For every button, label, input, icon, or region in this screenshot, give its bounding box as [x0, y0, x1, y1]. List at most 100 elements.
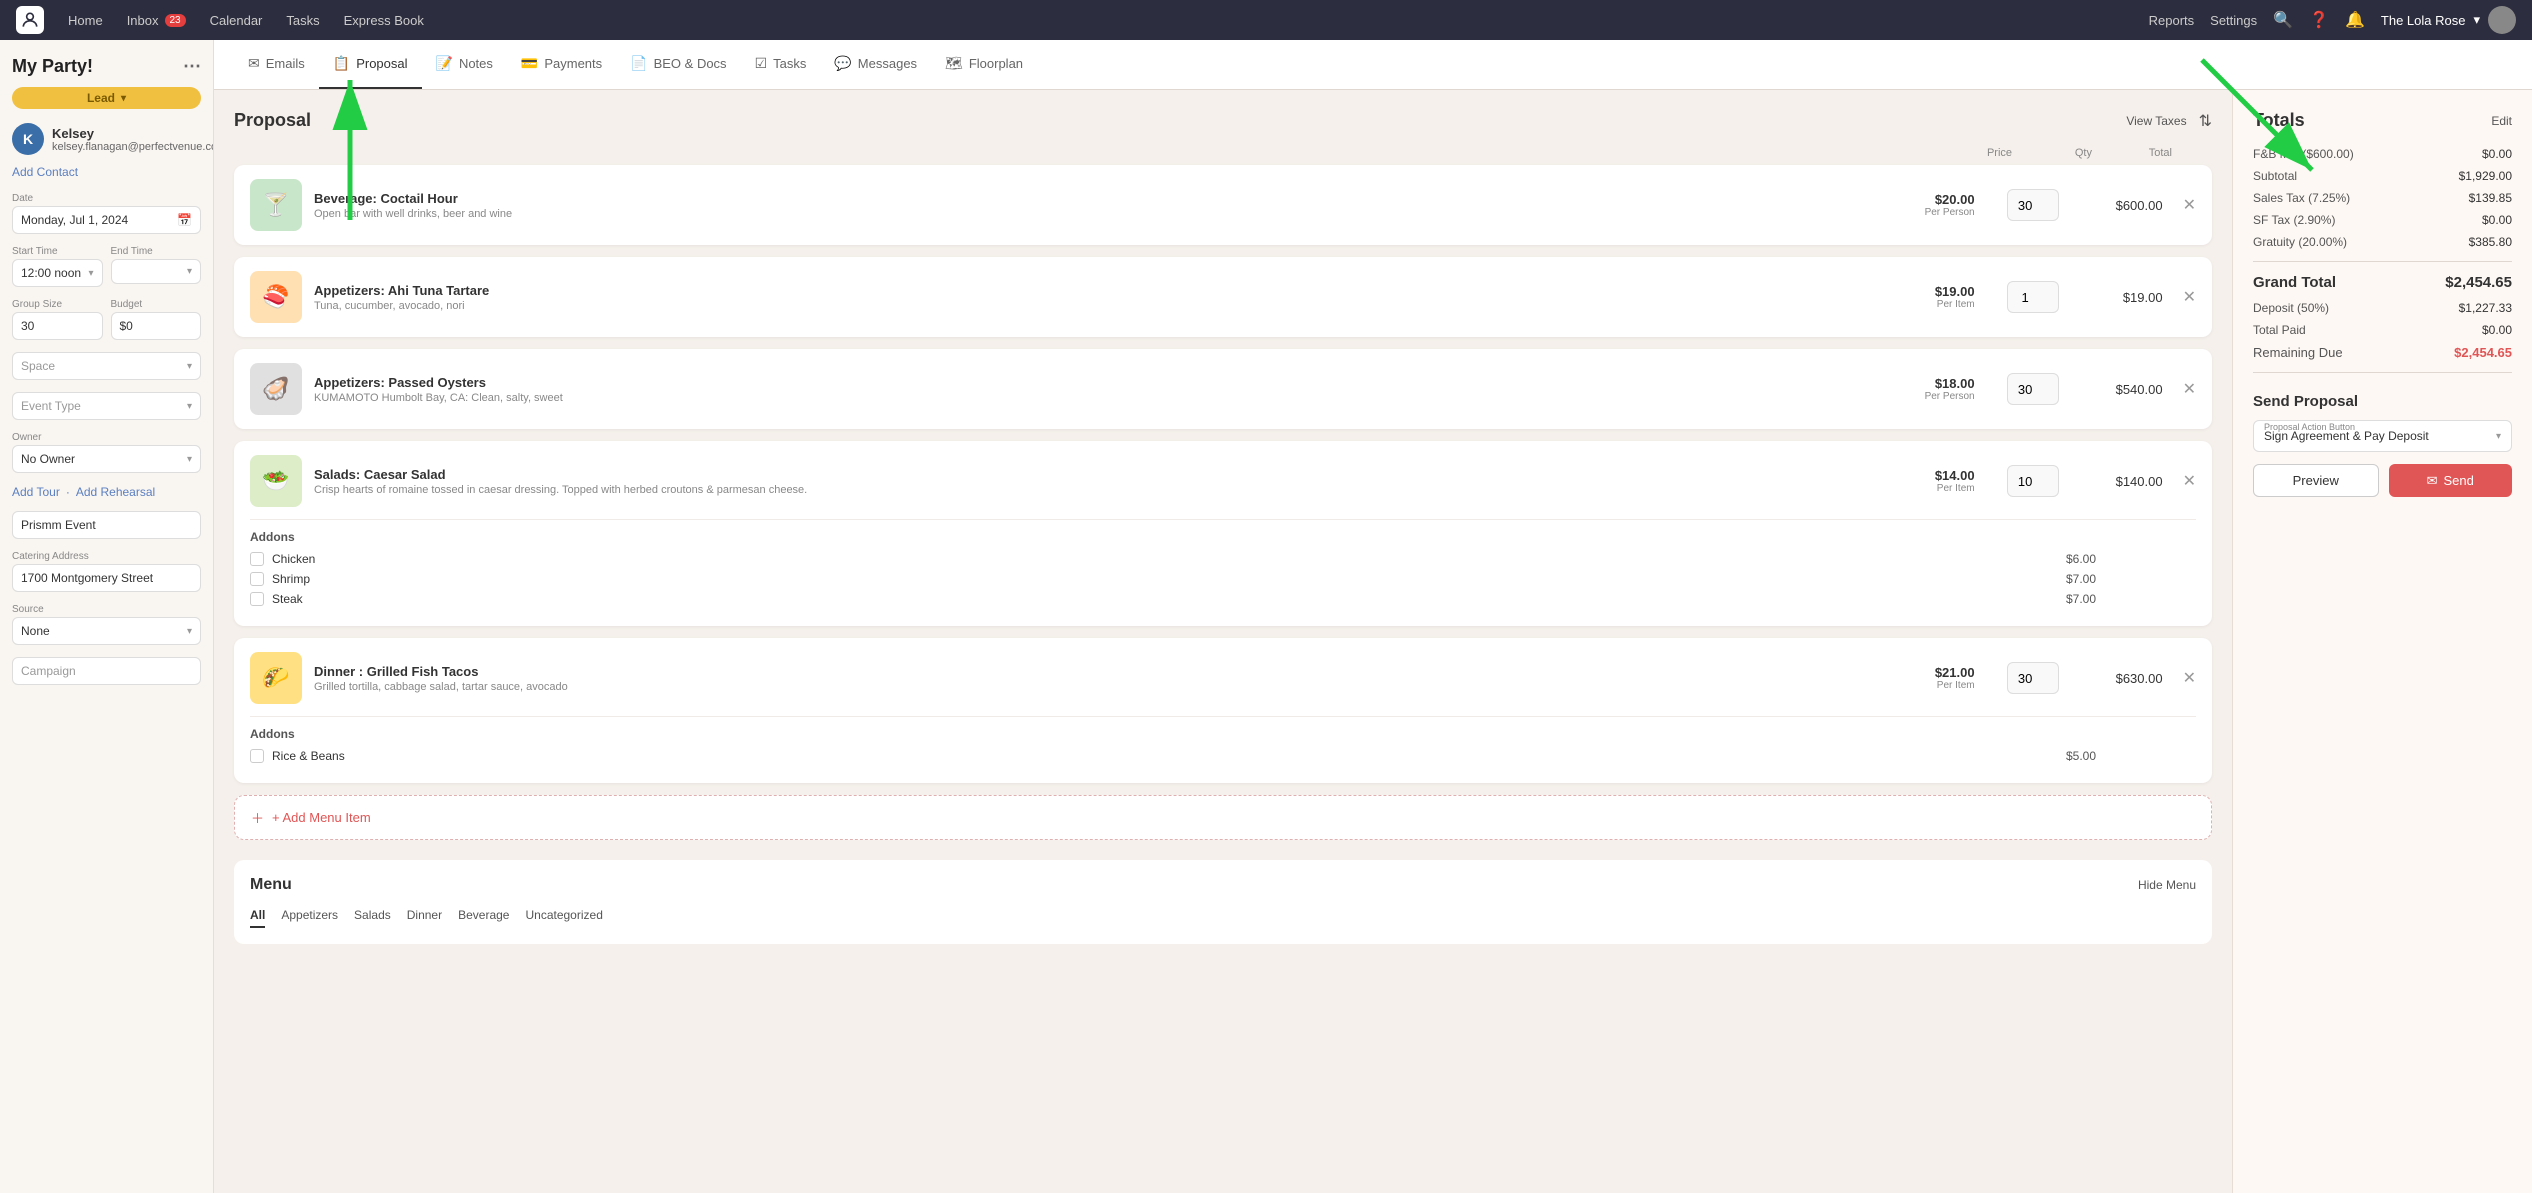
menu-item-desc: KUMAMOTO Humbolt Bay, CA: Clean, salty, … — [314, 392, 1913, 404]
menu-item-name: Appetizers: Ahi Tuna Tartare — [314, 283, 1923, 298]
nav-calendar[interactable]: Calendar — [210, 13, 263, 28]
user-avatar — [2488, 6, 2516, 34]
source-select[interactable]: None ▾ — [12, 617, 201, 645]
preview-button[interactable]: Preview — [2253, 464, 2379, 497]
addon-checkbox[interactable] — [250, 552, 264, 566]
nav-settings[interactable]: Settings — [2210, 13, 2257, 28]
send-buttons: Preview ✉ Send — [2253, 464, 2512, 497]
campaign-input[interactable]: Campaign — [12, 657, 201, 685]
remove-item-button[interactable]: ✕ — [2183, 471, 2196, 491]
lead-badge[interactable]: Lead ▾ — [12, 87, 201, 109]
send-button[interactable]: ✉ Send — [2389, 464, 2513, 497]
sidebar-menu-icon[interactable]: ⋯ — [183, 56, 201, 77]
addon-price: $7.00 — [2066, 592, 2096, 606]
event-type-chevron-icon: ▾ — [187, 401, 192, 412]
tab-beo-docs[interactable]: 📄 BEO & Docs — [616, 40, 740, 89]
app-logo[interactable] — [16, 6, 44, 34]
prismm-input[interactable]: Prismm Event — [12, 511, 201, 539]
addon-row: Shrimp $7.00 — [250, 572, 2196, 586]
search-icon[interactable]: 🔍 — [2273, 10, 2293, 30]
qty-input[interactable] — [2007, 465, 2059, 497]
menu-item-image: 🌮 — [250, 652, 302, 704]
addon-checkbox[interactable] — [250, 592, 264, 606]
nav-inbox[interactable]: Inbox 23 — [127, 13, 186, 28]
budget-field: Budget $0 — [111, 299, 202, 340]
addon-checkbox[interactable] — [250, 572, 264, 586]
bell-icon[interactable]: 🔔 — [2345, 10, 2365, 30]
event-type-select[interactable]: Event Type ▾ — [12, 392, 201, 420]
add-rehearsal-link[interactable]: Add Rehearsal — [76, 485, 155, 499]
edit-button[interactable]: Edit — [2491, 114, 2512, 128]
messages-icon: 💬 — [834, 55, 851, 72]
subtotal-row: Subtotal $1,929.00 — [2253, 169, 2512, 183]
group-size-input[interactable]: 30 — [12, 312, 103, 340]
fb-min-label: F&B Min ($600.00) — [2253, 147, 2354, 161]
remove-item-button[interactable]: ✕ — [2183, 195, 2196, 215]
qty-input[interactable] — [2007, 281, 2059, 313]
qty-input[interactable] — [2007, 662, 2059, 694]
tab-payments[interactable]: 💳 Payments — [507, 40, 616, 89]
sort-icon[interactable]: ⇅ — [2199, 111, 2212, 131]
group-size-field: Group Size 30 — [12, 299, 103, 340]
source-label: Source — [12, 604, 201, 615]
filter-tab-uncategorized[interactable]: Uncategorized — [525, 908, 602, 928]
owner-select[interactable]: No Owner ▾ — [12, 445, 201, 473]
filter-tab-salads[interactable]: Salads — [354, 908, 391, 928]
end-time-label: End Time — [111, 246, 202, 257]
proposal-action-dropdown[interactable]: Proposal Action Button Sign Agreement & … — [2253, 420, 2512, 452]
catering-address-input[interactable]: 1700 Montgomery Street — [12, 564, 201, 592]
date-label: Date — [12, 193, 201, 204]
menu-item-info: Beverage: Coctail Hour Open bar with wel… — [314, 191, 1913, 220]
tab-emails[interactable]: ✉ Emails — [234, 40, 319, 89]
tab-tasks[interactable]: ☑ Tasks — [741, 40, 821, 89]
tab-proposal[interactable]: 📋 Proposal — [319, 40, 422, 89]
remove-item-button[interactable]: ✕ — [2183, 668, 2196, 688]
filter-tab-beverage[interactable]: Beverage — [458, 908, 509, 928]
menu-item-total: $630.00 — [2083, 671, 2163, 686]
budget-input[interactable]: $0 — [111, 312, 202, 340]
qty-input[interactable] — [2007, 373, 2059, 405]
filter-tab-appetizers[interactable]: Appetizers — [281, 908, 338, 928]
menu-item-card: 🦪 Appetizers: Passed Oysters KUMAMOTO Hu… — [234, 349, 2212, 429]
total-col-header: Total — [2092, 147, 2172, 159]
view-taxes-button[interactable]: View Taxes — [2126, 114, 2186, 128]
remove-item-button[interactable]: ✕ — [2183, 379, 2196, 399]
tab-messages[interactable]: 💬 Messages — [820, 40, 931, 89]
help-icon[interactable]: ❓ — [2309, 10, 2329, 30]
space-select[interactable]: Space ▾ — [12, 352, 201, 380]
nav-reports[interactable]: Reports — [2149, 13, 2195, 28]
totals-divider-2 — [2253, 372, 2512, 373]
budget-label: Budget — [111, 299, 202, 310]
menu-item-name: Salads: Caesar Salad — [314, 467, 1923, 482]
addon-price: $6.00 — [2066, 552, 2096, 566]
menu-section-title: Menu — [250, 876, 292, 894]
end-time-field: End Time ▾ — [111, 246, 202, 287]
sidebar: My Party! ⋯ Lead ▾ K Kelsey kelsey.flana… — [0, 40, 214, 1193]
addon-checkbox[interactable] — [250, 749, 264, 763]
filter-tab-all[interactable]: All — [250, 908, 265, 928]
time-row: Start Time 12:00 noon ▾ End Time ▾ — [12, 246, 201, 287]
nav-home[interactable]: Home — [68, 13, 103, 28]
add-tour-link[interactable]: Add Tour — [12, 485, 60, 499]
tab-notes[interactable]: 📝 Notes — [422, 40, 507, 89]
menu-item-card: 🍣 Appetizers: Ahi Tuna Tartare Tuna, cuc… — [234, 257, 2212, 337]
date-input[interactable]: Monday, Jul 1, 2024 📅 — [12, 206, 201, 234]
add-contact-link[interactable]: Add Contact — [12, 165, 201, 179]
proposal-icon: 📋 — [333, 55, 350, 72]
hide-menu-button[interactable]: Hide Menu — [2138, 878, 2196, 892]
sidebar-title: My Party! ⋯ — [12, 56, 201, 77]
tab-floorplan[interactable]: 🗺 Floorplan — [931, 40, 1037, 89]
nav-express-book[interactable]: Express Book — [344, 13, 424, 28]
end-time-select[interactable]: ▾ — [111, 259, 202, 284]
nav-tasks[interactable]: Tasks — [286, 13, 319, 28]
add-menu-item-button[interactable]: ＋ + Add Menu Item — [234, 795, 2212, 840]
start-time-select[interactable]: 12:00 noon ▾ — [12, 259, 103, 287]
user-menu[interactable]: The Lola Rose ▾ — [2381, 6, 2516, 34]
start-time-field: Start Time 12:00 noon ▾ — [12, 246, 103, 287]
campaign-field: Campaign — [12, 657, 201, 685]
filter-tab-dinner[interactable]: Dinner — [407, 908, 442, 928]
qty-input[interactable] — [2007, 189, 2059, 221]
start-time-chevron-icon: ▾ — [88, 268, 93, 279]
remove-item-button[interactable]: ✕ — [2183, 287, 2196, 307]
total-paid-value: $0.00 — [2482, 323, 2512, 337]
